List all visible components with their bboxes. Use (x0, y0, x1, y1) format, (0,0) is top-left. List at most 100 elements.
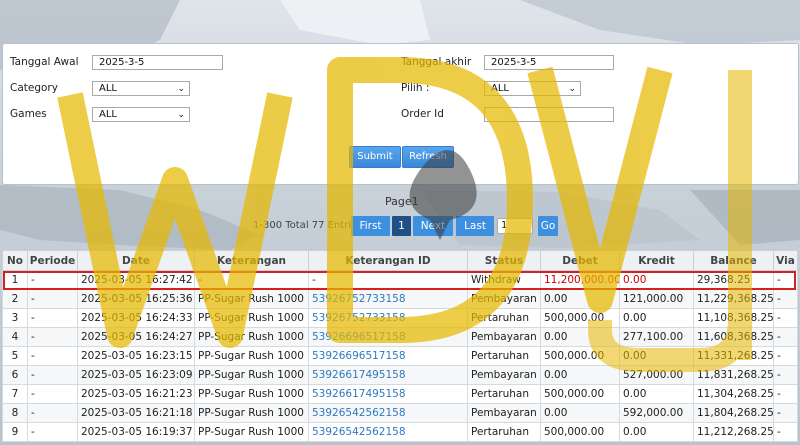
cell-keterangan-id[interactable]: 53926617495158 (308, 365, 468, 385)
next-page-button[interactable]: Next (413, 216, 453, 236)
table-row[interactable]: 2-2025-03-05 16:25:36 PP-Sugar Rush 1000 5… (2, 289, 798, 309)
table-row[interactable]: 7-2025-03-05 16:21:23 PP-Sugar Rush 1000 5… (2, 384, 798, 404)
cell-date: 2025-03-05 16:25:36 (77, 289, 195, 309)
cell-balance: 11,304,268.25 (693, 384, 774, 404)
cell-debet: 500,000.00 (540, 308, 620, 328)
pagination-info: 1-300 Total 77 Entri (253, 220, 352, 231)
page-title: Page1 (385, 195, 419, 208)
transactions-table: No Periode Date Keterangan Keterangan ID Stat… (2, 250, 798, 442)
chevron-down-icon: ⌄ (177, 110, 185, 120)
cell-no: 7 (2, 384, 28, 404)
page-number-input[interactable]: 1 (497, 218, 533, 234)
tanggal-awal-input[interactable]: 2025-3-5 (92, 55, 223, 70)
cell-keterangan-id[interactable]: 53926752733158 (308, 308, 468, 328)
cell-keterangan: PP-Sugar Rush 1000 (194, 346, 309, 366)
cell-no: 5 (2, 346, 28, 366)
cell-kredit: 592,000.00 (619, 403, 694, 423)
cell-no: 9 (2, 422, 28, 442)
cell-balance: 11,212,268.25 (693, 422, 774, 442)
column-header-keterangan: Keterangan (194, 250, 309, 271)
games-label: Games (10, 108, 47, 120)
table-row[interactable]: 6-2025-03-05 16:23:09 PP-Sugar Rush 1000 5… (2, 365, 798, 385)
cell-debet: 0.00 (540, 365, 620, 385)
order-id-input[interactable] (484, 107, 614, 122)
pilih-select[interactable]: ALL ⌄ (484, 81, 581, 96)
cell-keterangan-id[interactable]: 53926542562158 (308, 403, 468, 423)
cell-balance: 11,608,368.25 (693, 327, 774, 347)
go-button[interactable]: Go (538, 216, 558, 236)
cell-debet: 500,000.00 (540, 346, 620, 366)
table-row[interactable]: 3-2025-03-05 16:24:33 PP-Sugar Rush 1000 5… (2, 308, 798, 328)
cell-kredit: 0.00 (619, 422, 694, 442)
cell-periode: - (27, 422, 78, 442)
cell-date: 2025-03-05 16:19:37 (77, 422, 195, 442)
cell-balance: 11,108,368.25 (693, 308, 774, 328)
cell-periode: - (27, 327, 78, 347)
table-row[interactable]: 8-2025-03-05 16:21:18 PP-Sugar Rush 1000 5… (2, 403, 798, 423)
table-row[interactable]: 1-2025-03-05 16:27:42- - Withdraw 11,200,00… (2, 270, 798, 290)
cell-periode: - (27, 308, 78, 328)
cell-kredit: 121,000.00 (619, 289, 694, 309)
cell-via: - (773, 289, 798, 309)
cell-keterangan: - (194, 270, 309, 290)
cell-no: 3 (2, 308, 28, 328)
cell-no: 4 (2, 327, 28, 347)
cell-kredit: 0.00 (619, 384, 694, 404)
cell-keterangan: PP-Sugar Rush 1000 (194, 327, 309, 347)
cell-via: - (773, 422, 798, 442)
submit-button[interactable]: Submit (349, 146, 401, 168)
cell-periode: - (27, 346, 78, 366)
column-header-debet: Debet (540, 250, 620, 271)
cell-via: - (773, 384, 798, 404)
cell-keterangan-id[interactable]: 53926696517158 (308, 346, 468, 366)
first-page-button[interactable]: First (351, 216, 390, 236)
cell-keterangan-id[interactable]: 53926696517158 (308, 327, 468, 347)
cell-via: - (773, 327, 798, 347)
column-header-date: Date (77, 250, 195, 271)
cell-kredit: 277,100.00 (619, 327, 694, 347)
cell-keterangan-id[interactable]: 53926617495158 (308, 384, 468, 404)
cell-via: - (773, 346, 798, 366)
cell-keterangan: PP-Sugar Rush 1000 (194, 403, 309, 423)
pilih-label: Pilih : (401, 82, 430, 94)
cell-debet: 0.00 (540, 403, 620, 423)
chevron-down-icon: ⌄ (568, 84, 576, 94)
cell-periode: - (27, 289, 78, 309)
cell-keterangan-id[interactable]: 53926542562158 (308, 422, 468, 442)
cell-debet: 500,000.00 (540, 422, 620, 442)
current-page-button[interactable]: 1 (392, 216, 411, 236)
cell-kredit: 527,000.00 (619, 365, 694, 385)
cell-debet: 500,000.00 (540, 384, 620, 404)
cell-via: - (773, 403, 798, 423)
cell-date: 2025-03-05 16:24:27 (77, 327, 195, 347)
pilih-select-value: ALL (491, 83, 509, 94)
cell-keterangan-id[interactable]: 53926752733158 (308, 289, 468, 309)
cell-periode: - (27, 270, 78, 290)
cell-periode: - (27, 403, 78, 423)
table-row[interactable]: 9-2025-03-05 16:19:37 PP-Sugar Rush 1000 5… (2, 422, 798, 442)
tanggal-akhir-label: Tanggal akhir (401, 56, 472, 68)
tanggal-awal-label: Tanggal Awal (10, 56, 79, 68)
cell-via: - (773, 308, 798, 328)
cell-keterangan: PP-Sugar Rush 1000 (194, 422, 309, 442)
cell-balance: 11,331,268.25 (693, 346, 774, 366)
cell-status: Pembayaran (467, 403, 541, 423)
cell-kredit: 0.00 (619, 346, 694, 366)
category-select[interactable]: ALL ⌄ (92, 81, 190, 96)
cell-status: Withdraw (467, 270, 541, 290)
cell-no: 6 (2, 365, 28, 385)
games-select[interactable]: ALL ⌄ (92, 107, 190, 122)
cell-debet: 11,200,000.00 (540, 270, 620, 290)
refresh-button[interactable]: Refresh (402, 146, 454, 168)
table-row[interactable]: 4-2025-03-05 16:24:27 PP-Sugar Rush 1000 5… (2, 327, 798, 347)
table-row[interactable]: 5-2025-03-05 16:23:15 PP-Sugar Rush 1000 5… (2, 346, 798, 366)
tanggal-akhir-input[interactable]: 2025-3-5 (484, 55, 614, 70)
category-select-value: ALL (99, 83, 117, 94)
filter-panel: Tanggal Awal 2025-3-5 Tanggal akhir 2025… (2, 43, 799, 185)
cell-status: Pembayaran (467, 327, 541, 347)
last-page-button[interactable]: Last (456, 216, 494, 236)
cell-periode: - (27, 365, 78, 385)
column-header-status: Status (467, 250, 541, 271)
cell-via: - (773, 365, 798, 385)
cell-status: Pertaruhan (467, 384, 541, 404)
